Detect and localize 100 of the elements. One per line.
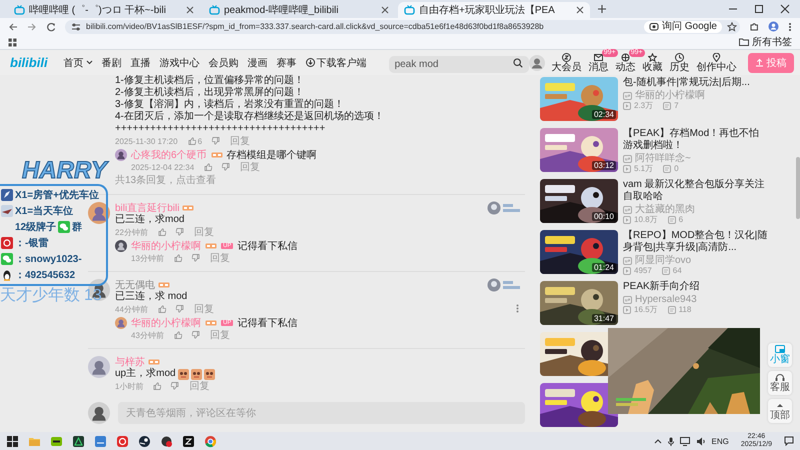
maximize-icon[interactable] [754,4,764,14]
browser-icon[interactable] [204,434,217,448]
user-avatar[interactable] [528,54,545,70]
user-avatar[interactable] [115,149,127,161]
nav-link[interactable]: 漫画 [248,56,268,70]
clock-icon [675,52,684,62]
close-icon[interactable] [576,6,584,14]
browser-tab[interactable]: peakmod-哔哩哔哩_bilibili [203,2,395,18]
danmaku-icon [663,165,672,173]
user-avatar[interactable] [88,402,110,424]
thumbs-down-icon[interactable] [222,163,230,171]
reload-icon[interactable] [46,22,56,32]
thumbs-up-icon[interactable] [174,331,182,339]
scrollbar-thumb[interactable] [796,157,800,219]
user-avatar[interactable] [88,202,110,224]
nav-link[interactable]: 赛事 [276,56,297,70]
input-language[interactable]: ENG [712,436,729,446]
video-duration: 31:47 [592,314,616,323]
back-icon[interactable] [8,22,18,32]
forward-icon[interactable] [27,22,37,32]
nav-link[interactable]: 下载客户端 [306,56,367,70]
play-count-icon [623,306,631,314]
thumbs-down-icon[interactable] [212,137,220,145]
video-title[interactable]: 【REPO】MOD整合包！汉化|随身背包|共享升级|高清防... [623,230,768,254]
network-icon[interactable] [680,436,690,446]
tune-icon[interactable] [71,22,81,32]
side-button[interactable]: 客服 [768,371,792,395]
thumbs-up-icon[interactable] [204,163,212,171]
danmaku-icon [668,216,676,224]
header-link[interactable]: 大会员 [552,52,582,72]
app-icon[interactable] [182,434,195,448]
browser-tab[interactable]: 哔哩哔哩 (゜-゜)つロ 干杯~-bili [8,2,200,18]
app-icon [1,237,13,249]
microphone-icon[interactable] [668,436,674,446]
thumbs-up-icon[interactable] [158,228,166,236]
nav-link[interactable]: 会员购 [208,56,239,70]
bookmarks-folder[interactable]: 所有书签 [739,35,792,49]
side-button[interactable]: 顶部 [768,399,792,423]
up-icon [623,92,632,100]
browser-tab[interactable]: 自由存档+玩家职业玩法【PEA [398,2,590,18]
comment-text: 3-修复【溶洞】内，读档后，岩浆没有重置的问题！ [115,99,344,110]
thumbs-up-icon[interactable] [153,382,162,390]
close-icon[interactable] [381,6,389,14]
nav-link[interactable]: 番剧 [102,56,122,70]
app-icon[interactable] [50,434,63,448]
header-link[interactable]: 收藏 [642,52,663,72]
chevron-up-icon[interactable] [654,438,662,444]
start-icon[interactable] [6,434,19,448]
search-field[interactable]: peak mod [388,56,529,73]
level-badge-icon [158,282,170,288]
arrow-up-icon [775,401,785,410]
app-icon[interactable] [160,434,173,448]
profile-icon[interactable] [768,21,779,32]
headset-icon [775,373,785,382]
overlay-text: X1=当天车位 [15,204,74,218]
address-bar[interactable]: bilibili.com/video/BV1asSlB1ESF/?spm_id_from=333.337.search-card.all.click&vd_source=cdba51e6f1e48d63f0bd1f8a8653928b 询问 Google [65,20,740,34]
speaker-icon[interactable] [696,436,706,446]
penguin-icon [1,269,13,281]
thumbs-down-icon[interactable] [176,305,184,313]
nav-link[interactable]: 游戏中心 [160,56,200,70]
video-title[interactable]: PEAK新手向介绍 [623,281,768,293]
comment-input[interactable]: 天青色等烟雨，评论区在等你 [118,402,525,424]
lens-button[interactable]: 询问 Google [644,20,722,32]
danmaku-count: 6 [678,215,684,225]
reply-text: 存档模组是哪个键啊 [226,148,317,162]
notification-icon[interactable] [784,436,794,446]
user-avatar[interactable] [115,317,127,329]
thumbs-up-icon[interactable] [158,305,166,313]
more-icon[interactable] [788,22,792,32]
plus-icon[interactable] [597,4,607,14]
like-count: 6 [198,136,202,146]
video-title[interactable]: 包-随机事件|常规玩法|后期... [623,77,768,89]
close-icon[interactable] [186,6,194,14]
header-link[interactable]: 创作中心 [696,52,737,72]
thumbs-down-icon[interactable] [192,254,200,262]
user-avatar[interactable] [88,356,110,378]
app-icon[interactable] [72,434,85,448]
video-title[interactable]: 【PEAK】存档Mod！再也不怕游戏删档啦！ [623,128,768,152]
rocket-icon [1,189,13,201]
thumbs-down-icon[interactable] [176,228,184,236]
nav-link[interactable]: 首页 [64,56,93,70]
search-icon[interactable] [512,58,523,68]
close-icon[interactable] [780,4,790,14]
video-title[interactable]: vam 最新汉化整合包版分享关注自取哈哈 [623,179,768,203]
header-link[interactable]: 历史 [670,52,690,72]
play-count-icon [623,165,631,173]
puzzle-icon[interactable] [749,22,759,32]
level-badge-icon [210,152,223,158]
grid-icon[interactable] [8,38,17,46]
app-icon[interactable] [138,434,151,448]
thumbs-up-icon[interactable] [188,137,196,145]
user-avatar[interactable] [115,240,127,252]
nav-link[interactable]: 直播 [130,56,151,70]
thumbs-up-icon[interactable] [174,254,182,262]
upload-icon [754,58,764,67]
reply-text: 记得看下私信 [237,316,298,330]
thumbs-down-icon[interactable] [192,331,200,339]
thumbs-down-icon[interactable] [171,382,180,390]
up-icon [623,296,632,304]
star-icon[interactable] [727,22,737,32]
